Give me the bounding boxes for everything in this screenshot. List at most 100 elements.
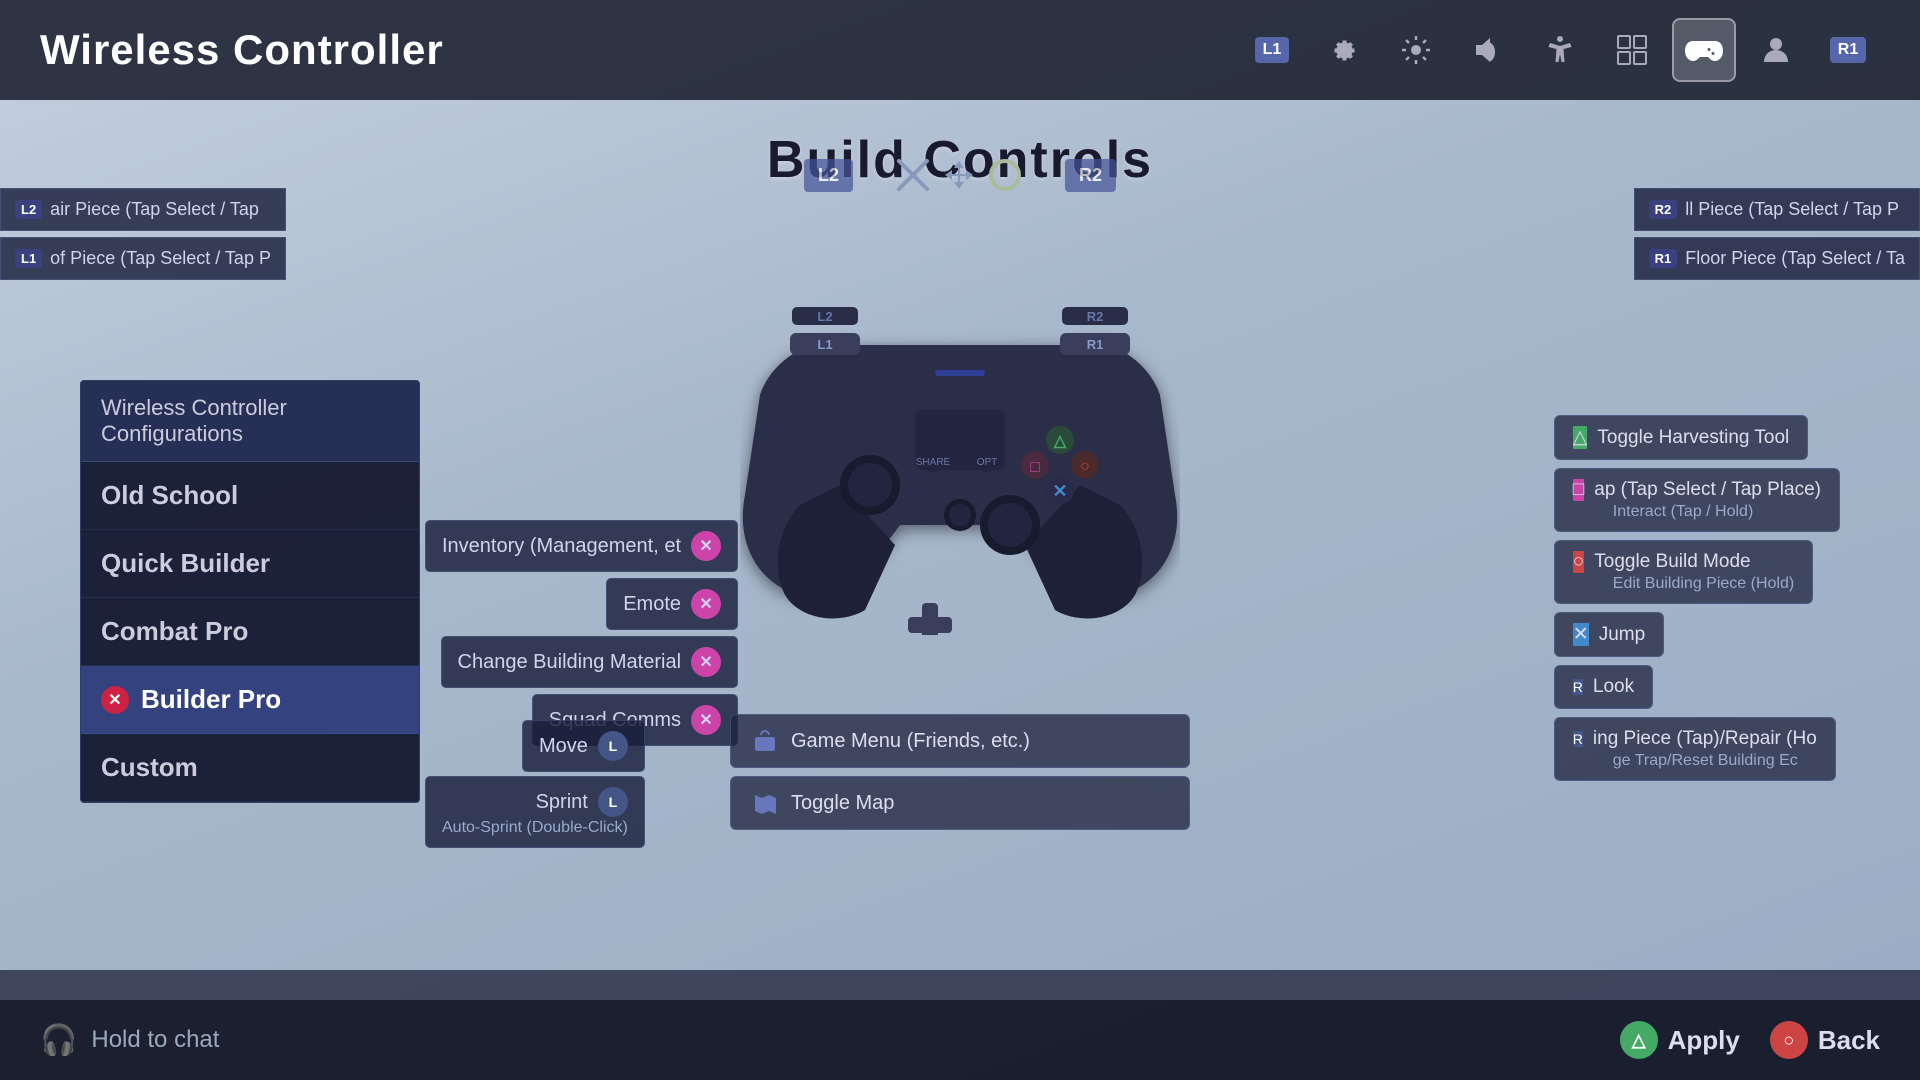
bottom-center-mappings: Game Menu (Friends, etc.) Toggle Map (730, 714, 1190, 830)
repair-mapping: R ing Piece (Tap)/Repair (Ho ge Trap/Res… (1554, 717, 1836, 781)
auto-sprint-subtext: Auto-Sprint (Double-Click) (442, 819, 628, 837)
network-tab-button[interactable] (1600, 18, 1664, 82)
controller-image: △ ○ ✕ □ L1 L2 R1 R2 SHARE OPT (740, 265, 1180, 635)
l2-label-text: air Piece (Tap Select / Tap (50, 199, 259, 220)
apply-triangle-icon: △ (1620, 1021, 1658, 1059)
r1-badge-2: R1 (1649, 249, 1678, 268)
r1-label-text: Floor Piece (Tap Select / Ta (1685, 248, 1905, 269)
r2-label-text: ll Piece (Tap Select / Tap P (1685, 199, 1899, 220)
accessibility-tab-button[interactable] (1528, 18, 1592, 82)
interact-text: ap (Tap Select / Tap Place) (1594, 479, 1821, 501)
page-title: Wireless Controller (40, 26, 444, 74)
config-panel-title: Wireless Controller Configurations (81, 381, 419, 462)
r1-tab-button[interactable]: R1 (1816, 18, 1880, 82)
brightness-tab-button[interactable] (1384, 18, 1448, 82)
move-text: Move (539, 735, 588, 758)
sprint-text: Sprint (536, 791, 588, 814)
l2-top-btn: L2 (804, 159, 853, 192)
l1-label-text: of Piece (Tap Select / Tap P (50, 248, 271, 269)
inventory-btn-icon: ✕ (691, 531, 721, 561)
config-panel: Wireless Controller Configurations Old S… (80, 380, 420, 803)
change-building-material-mapping: Change Building Material ✕ (441, 636, 738, 688)
config-item-old-school[interactable]: Old School (81, 462, 419, 530)
svg-text:OPT: OPT (977, 457, 998, 468)
toggle-map-text: Toggle Map (791, 792, 894, 815)
dpad-cluster (893, 155, 1025, 195)
svg-text:□: □ (1030, 459, 1040, 476)
move-l-stick-icon: L (598, 731, 628, 761)
toggle-map-mapping: Toggle Map (730, 776, 1190, 830)
profile-tab-button[interactable] (1744, 18, 1808, 82)
look-text: Look (1593, 676, 1634, 698)
builder-pro-label: Builder Pro (141, 684, 281, 715)
toggle-build-text: Toggle Build Mode (1594, 551, 1750, 573)
custom-label: Custom (101, 752, 198, 783)
x-mark-icon (893, 155, 933, 195)
controller-tab-button[interactable] (1672, 18, 1736, 82)
change-building-material-text: Change Building Material (458, 651, 681, 674)
toggle-harvesting-text: Toggle Harvesting Tool (1597, 427, 1789, 449)
svg-text:SHARE: SHARE (916, 457, 951, 468)
config-item-combat-pro[interactable]: Combat Pro (81, 598, 419, 666)
r2-label: R2 ll Piece (Tap Select / Tap P (1634, 188, 1920, 231)
l2-label: L2 air Piece (Tap Select / Tap (0, 188, 286, 231)
config-item-quick-builder[interactable]: Quick Builder (81, 530, 419, 598)
move-icon (939, 155, 979, 195)
bottom-actions: △ Apply ○ Back (1620, 1021, 1880, 1059)
hold-to-chat-area: 🎧 Hold to chat (40, 1023, 219, 1058)
x-icon-jump: ✕ (1573, 623, 1589, 646)
inventory-text: Inventory (Management, et (442, 535, 681, 558)
config-item-builder-pro[interactable]: ✕ Builder Pro (81, 666, 419, 734)
circle-icon (985, 155, 1025, 195)
sound-tab-button[interactable] (1456, 18, 1520, 82)
svg-text:R2: R2 (1087, 309, 1104, 324)
selected-x-icon: ✕ (101, 686, 129, 714)
interact-sub-text: Interact (Tap / Hold) (1573, 503, 1754, 521)
l1-tab-button[interactable]: L1 (1240, 18, 1304, 82)
top-navigation: Wireless Controller L1 (0, 0, 1920, 100)
r-stick-repair: R (1573, 731, 1583, 747)
input-hint-area (0, 970, 1920, 1000)
r-stick-look: R (1573, 679, 1583, 695)
inventory-mapping: Inventory (Management, et ✕ (425, 520, 738, 572)
top-controller-row: L2 R2 (804, 155, 1116, 195)
r2-top-btn: R2 (1065, 159, 1116, 192)
repair-sub-text: ge Trap/Reset Building Ec (1573, 752, 1798, 770)
left-edge-labels: L2 air Piece (Tap Select / Tap L1 of Pie… (0, 188, 286, 280)
bottom-bar: 🎧 Hold to chat △ Apply ○ Back (0, 1000, 1920, 1080)
apply-button[interactable]: △ Apply (1620, 1021, 1740, 1059)
toggle-harvesting-mapping: △ Toggle Harvesting Tool (1554, 415, 1809, 460)
config-item-custom[interactable]: Custom (81, 734, 419, 802)
settings-tab-button[interactable] (1312, 18, 1376, 82)
back-circle-icon: ○ (1770, 1021, 1808, 1059)
r1-label: R1 Floor Piece (Tap Select / Ta (1634, 237, 1920, 280)
jump-text: Jump (1599, 624, 1645, 646)
toggle-build-mode-mapping: ○ Toggle Build Mode Edit Building Piece … (1554, 540, 1813, 604)
headset-icon: 🎧 (40, 1023, 77, 1058)
hold-to-chat-text: Hold to chat (91, 1026, 219, 1054)
look-mapping: R Look (1554, 665, 1653, 709)
quick-builder-label: Quick Builder (101, 548, 270, 579)
svg-text:○: ○ (1080, 458, 1090, 475)
old-school-label: Old School (101, 480, 238, 511)
sprint-mapping: Sprint L Auto-Sprint (Double-Click) (425, 776, 645, 848)
back-button[interactable]: ○ Back (1770, 1021, 1880, 1059)
l2-badge: L2 (15, 200, 42, 219)
jump-mapping: ✕ Jump (1554, 612, 1664, 657)
o-icon-build: ○ (1573, 551, 1584, 573)
apply-label: Apply (1668, 1025, 1740, 1056)
right-side-mappings: △ Toggle Harvesting Tool □ ap (Tap Selec… (1554, 415, 1840, 781)
emote-mapping: Emote ✕ (606, 578, 738, 630)
right-edge-labels: R2 ll Piece (Tap Select / Tap P R1 Floor… (1634, 188, 1920, 280)
toggle-build-sub-text: Edit Building Piece (Hold) (1573, 575, 1794, 593)
game-menu-mapping: Game Menu (Friends, etc.) (730, 714, 1190, 768)
bottom-left-movement: Move L Sprint L Auto-Sprint (Double-Clic… (425, 720, 645, 848)
combat-pro-label: Combat Pro (101, 616, 248, 647)
nav-icon-group: L1 R1 (1240, 18, 1880, 82)
change-building-material-icon: ✕ (691, 647, 721, 677)
r1-badge: R1 (1830, 37, 1866, 63)
squad-comms-icon: ✕ (691, 705, 721, 735)
svg-text:△: △ (1053, 433, 1067, 450)
emote-text: Emote (623, 593, 681, 616)
tri-icon-harvest: △ (1573, 426, 1588, 449)
